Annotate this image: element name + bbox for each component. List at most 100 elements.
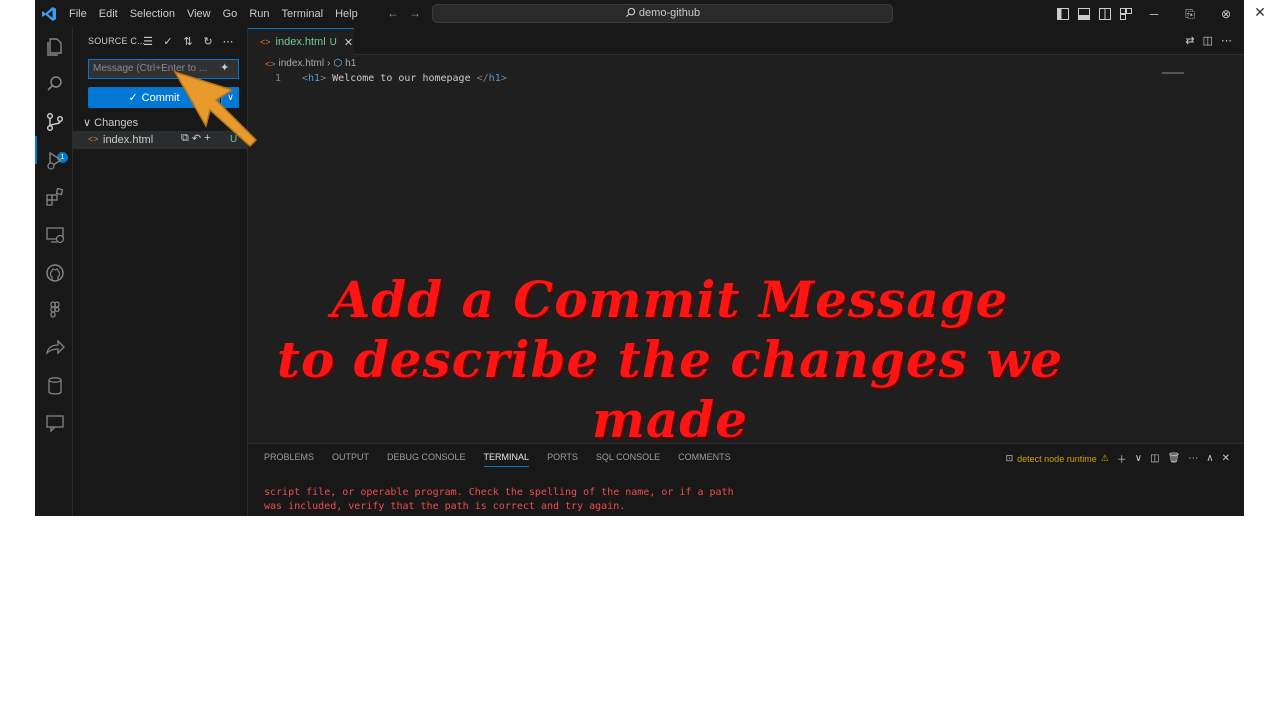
search-view-icon[interactable] xyxy=(44,73,66,95)
sidebar-actions: ☰ ✓ ⇅ ↻ ⋯ xyxy=(141,34,235,48)
menu-terminal[interactable]: Terminal xyxy=(282,8,324,20)
changes-header[interactable]: ∨ Changes xyxy=(83,116,138,129)
active-view-indicator xyxy=(35,136,37,164)
caption-line-2: to describe the changes we made xyxy=(276,330,1064,449)
screencast-icon[interactable]: ⊗ xyxy=(1208,0,1244,28)
trash-icon[interactable]: 🗑 xyxy=(1168,453,1181,464)
terminal-icon: ⊡ xyxy=(1005,453,1014,463)
close-tab-icon[interactable]: ✕ xyxy=(344,36,353,49)
remote-explorer-icon[interactable] xyxy=(44,224,66,246)
split-terminal-icon[interactable]: ◫ xyxy=(1150,453,1159,464)
menu-go[interactable]: Go xyxy=(223,8,238,20)
tab-terminal[interactable]: TERMINAL xyxy=(483,452,530,467)
caption-line-1: Add a Commit Message xyxy=(331,270,1009,329)
toggle-primary-sidebar-icon[interactable] xyxy=(1053,0,1073,28)
forward-arrow-icon[interactable]: → xyxy=(409,6,421,20)
tab-output[interactable]: OUTPUT xyxy=(332,452,369,467)
extensions-icon[interactable] xyxy=(44,186,66,208)
tab-status: U xyxy=(329,36,337,48)
maximize-panel-icon[interactable]: ∧ xyxy=(1206,453,1213,464)
html-file-icon: <> xyxy=(265,58,276,69)
terminal-line: was included, verify that the path is co… xyxy=(264,501,626,512)
tab-problems[interactable]: PROBLEMS xyxy=(264,452,314,467)
changes-label: Changes xyxy=(94,117,139,129)
refresh-icon[interactable]: ↻ xyxy=(201,34,215,48)
bottom-panel: PROBLEMS OUTPUT DEBUG CONSOLE TERMINAL P… xyxy=(248,443,1244,516)
editor-tab-bar: <> index.html U ✕ ⇄ ◫ ⋯ xyxy=(248,28,1244,55)
comments-icon[interactable] xyxy=(44,412,66,434)
chevron-down-icon[interactable]: ∨ xyxy=(1135,453,1142,464)
breadcrumb-symbol[interactable]: h1 xyxy=(345,58,356,69)
code-tag-name: h1 xyxy=(308,73,321,84)
html-file-icon: <> xyxy=(260,37,271,47)
menu-bar: File Edit Selection View Go Run Terminal… xyxy=(69,0,370,28)
menu-run[interactable]: Run xyxy=(249,8,269,20)
menu-file[interactable]: File xyxy=(69,8,87,20)
tab-debug-console[interactable]: DEBUG CONSOLE xyxy=(387,452,466,467)
customize-layout-icon[interactable] xyxy=(1116,0,1136,28)
split-editor-icon[interactable]: ◫ xyxy=(1203,34,1213,47)
pull-request-icon[interactable]: ⇅ xyxy=(181,34,195,48)
minimize-icon[interactable]: ─ xyxy=(1136,0,1172,28)
back-arrow-icon[interactable]: ← xyxy=(387,6,399,20)
activity-bar: 1 xyxy=(35,28,73,516)
terminal-name: detect node runtime xyxy=(1017,453,1097,464)
live-share-icon[interactable] xyxy=(44,337,66,359)
tab-index-html[interactable]: <> index.html U ✕ xyxy=(248,28,354,55)
command-center-search[interactable]: demo-github xyxy=(432,4,893,23)
menu-edit[interactable]: Edit xyxy=(99,8,118,20)
menu-selection[interactable]: Selection xyxy=(130,8,175,20)
more-actions-icon[interactable]: ⋯ xyxy=(221,34,235,48)
code-content: <h1> Welcome to our homepage </h1> xyxy=(302,73,507,84)
code-text: Welcome to our homepage xyxy=(326,73,477,84)
tab-comments[interactable]: COMMENTS xyxy=(678,452,731,467)
pointer-arrow-annotation xyxy=(173,70,258,148)
github-icon[interactable] xyxy=(44,262,66,284)
tab-sql-console[interactable]: SQL CONSOLE xyxy=(596,452,660,467)
title-bar: File Edit Selection View Go Run Terminal… xyxy=(35,0,1244,28)
run-debug-icon[interactable] xyxy=(44,149,66,171)
line-number: 1 xyxy=(275,73,282,84)
open-changes-icon[interactable]: ⇄ xyxy=(1185,34,1194,47)
terminal-selector[interactable]: ⊡ detect node runtime ⚠ xyxy=(1006,453,1109,464)
navigation-arrows: ← → xyxy=(387,6,421,20)
breadcrumb-file[interactable]: index.html xyxy=(279,58,325,69)
code-tag-bracket: > xyxy=(500,73,507,84)
panel-actions: ⊡ detect node runtime ⚠ ＋ ∨ ◫ 🗑 ⋯ ∧ ✕ xyxy=(1006,451,1230,466)
more-actions-icon[interactable]: ⋯ xyxy=(1188,453,1198,464)
breadcrumb: <> index.html › ⬡ h1 xyxy=(265,58,356,69)
changed-file-name: index.html xyxy=(103,134,154,146)
toggle-secondary-sidebar-icon[interactable] xyxy=(1095,0,1115,28)
explorer-icon[interactable] xyxy=(44,36,66,58)
editor-actions: ⇄ ◫ ⋯ xyxy=(1185,34,1232,47)
database-icon[interactable] xyxy=(44,375,66,397)
code-tag-name: h1 xyxy=(488,73,501,84)
warning-icon: ⚠ xyxy=(1100,453,1109,463)
code-line[interactable]: 1 <h1> Welcome to our homepage </h1> xyxy=(248,73,1188,87)
search-icon xyxy=(625,7,636,18)
tutorial-caption: Add a Commit Message to describe the cha… xyxy=(235,270,1105,450)
menu-help[interactable]: Help xyxy=(335,8,358,20)
sidebar-title: SOURCE C... xyxy=(88,36,146,46)
chevron-right-icon: › xyxy=(327,58,331,69)
commit-check-icon[interactable]: ✓ xyxy=(161,34,175,48)
check-icon: ✓ xyxy=(128,92,138,104)
source-control-icon[interactable] xyxy=(44,111,66,133)
close-icon[interactable]: ✕ xyxy=(1252,4,1268,20)
more-actions-icon[interactable]: ⋯ xyxy=(1221,34,1232,47)
close-panel-icon[interactable]: ✕ xyxy=(1222,453,1230,464)
minimap[interactable] xyxy=(1162,72,1184,74)
code-tag-bracket: </ xyxy=(476,73,489,84)
menu-view[interactable]: View xyxy=(187,8,211,20)
restore-icon[interactable]: ⎘ xyxy=(1172,0,1208,28)
tab-ports[interactable]: PORTS xyxy=(547,452,578,467)
title-right-controls: ─ ⎘ ⊗ xyxy=(1052,0,1244,28)
new-terminal-icon[interactable]: ＋ xyxy=(1117,451,1127,466)
terminal-output[interactable]: script file, or operable program. Check … xyxy=(264,486,734,514)
terminal-line: script file, or operable program. Check … xyxy=(264,487,734,498)
view-as-tree-icon[interactable]: ☰ xyxy=(141,34,155,48)
html-file-icon: <> xyxy=(88,134,99,144)
figma-icon[interactable] xyxy=(44,299,66,321)
vscode-logo-icon xyxy=(42,7,56,21)
toggle-panel-icon[interactable] xyxy=(1074,0,1094,28)
